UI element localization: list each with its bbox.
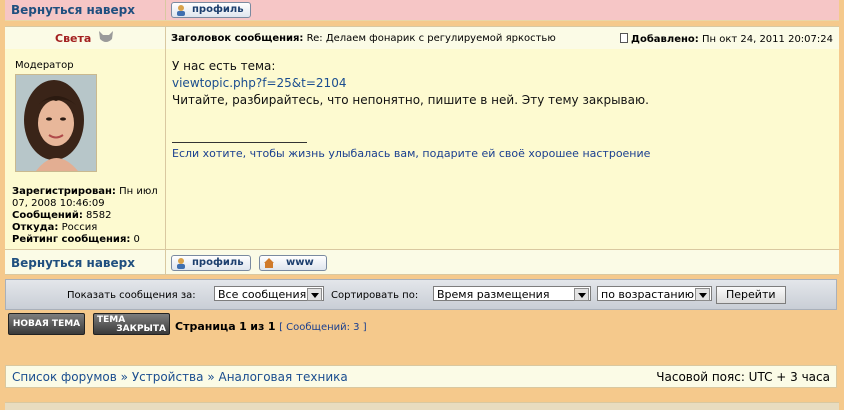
post-text-line-3: Читайте, разбирайтесь, что непонятно, пи…	[172, 93, 649, 107]
added-date: Пн окт 24, 2011 20:07:24	[701, 34, 833, 45]
sort-order-select[interactable]: по возрастанию	[597, 286, 712, 301]
sort-by-label: Сортировать по:	[331, 290, 419, 301]
rating-label: Рейтинг сообщения:	[12, 234, 131, 245]
breadcrumb-devices[interactable]: Устройства	[132, 370, 204, 384]
post-body: У нас есть тема: viewtopic.php?f=25&t=21…	[172, 58, 649, 109]
www-button-label: www	[286, 257, 314, 268]
author-panel: Модератор Зарегистрирован: Пн июл 07, 20…	[5, 49, 166, 249]
timezone-label: Часовой пояс: UTC + 3 часа	[656, 370, 830, 384]
post-icon[interactable]	[619, 33, 628, 43]
breadcrumb-bar: Список форумов » Устройства » Аналоговая…	[5, 365, 837, 388]
chevron-down-icon	[574, 288, 589, 301]
breadcrumb-separator: »	[207, 370, 215, 384]
offline-status-icon	[99, 31, 113, 42]
home-icon	[264, 258, 274, 268]
signature-divider	[172, 142, 307, 143]
sort-by-select[interactable]: Время размещения	[433, 286, 591, 301]
www-button[interactable]: www	[259, 255, 327, 271]
back-to-top-cell: Вернуться наверх	[5, 250, 166, 274]
post-topic-link[interactable]: viewtopic.php?f=25&t=2104	[172, 75, 649, 92]
author-name[interactable]: Света	[55, 32, 91, 45]
from-value: Россия	[61, 222, 98, 233]
registered-value-2: 07, 2008 10:46:09	[12, 198, 105, 209]
added-label: Добавлено:	[631, 34, 699, 45]
post-date: Добавлено: Пн окт 24, 2011 20:07:24	[619, 33, 833, 45]
page-current: 1	[239, 320, 247, 333]
posts-label: Сообщений:	[12, 210, 83, 221]
show-posts-label: Показать сообщения за:	[67, 290, 196, 301]
show-posts-select[interactable]: Все сообщения	[214, 286, 324, 301]
new-topic-button[interactable]: НОВАЯ ТЕМА	[8, 313, 85, 335]
show-posts-value: Все сообщения	[218, 288, 307, 301]
subject-label: Заголовок сообщения:	[171, 33, 304, 44]
breadcrumb-analog[interactable]: Аналоговая техника	[218, 370, 347, 384]
author-rank: Модератор	[15, 60, 74, 71]
profile-button-label: профиль	[192, 4, 244, 15]
post-footer-row: Вернуться наверх профиль www	[5, 250, 839, 275]
topic-locked-button[interactable]: ТЕМА ЗАКРЫТА	[93, 313, 170, 335]
sort-order-value: по возрастанию	[601, 288, 695, 301]
signature: Если хотите, чтобы жизнь улыбалась вам, …	[172, 147, 651, 160]
new-topic-label: НОВАЯ ТЕМА	[12, 319, 81, 329]
breadcrumb-separator: »	[120, 370, 128, 384]
sort-by-value: Время размещения	[437, 288, 550, 301]
profile-button[interactable]: профиль	[171, 255, 251, 271]
back-to-top-link[interactable]: Вернуться наверх	[11, 3, 135, 17]
chevron-down-icon	[695, 288, 710, 301]
posts-value: 8582	[86, 210, 112, 221]
author-info: Зарегистрирован: Пн июл 07, 2008 10:46:0…	[12, 186, 162, 246]
user-icon	[177, 258, 185, 269]
back-to-top-cell: Вернуться наверх	[5, 0, 166, 20]
registered-label: Зарегистрирован:	[12, 186, 116, 197]
user-icon	[177, 5, 185, 16]
page-word: Страница	[175, 320, 236, 333]
registered-value-1: Пн июл	[119, 186, 158, 197]
from-label: Откуда:	[12, 222, 59, 233]
back-to-top-link[interactable]: Вернуться наверх	[11, 256, 135, 270]
post-footer-row-previous: Вернуться наверх профиль	[5, 0, 839, 21]
post-subject: Заголовок сообщения: Re: Делаем фонарик …	[171, 33, 556, 44]
post-header-row: Света Заголовок сообщения: Re: Делаем фо…	[5, 26, 839, 50]
post-text-line-1: У нас есть тема:	[172, 59, 276, 73]
header-divider	[165, 27, 166, 49]
profile-button-label: профиль	[192, 257, 244, 268]
post-count: [ Сообщений: 3 ]	[279, 322, 367, 333]
avatar	[15, 74, 97, 172]
page-of-word: из	[250, 320, 265, 333]
breadcrumb: Список форумов » Устройства » Аналоговая…	[12, 370, 348, 384]
topic-locked-label-2: ЗАКРЫТА	[116, 324, 166, 334]
chevron-down-icon	[307, 288, 322, 301]
pagination: Страница 1 из 1 [ Сообщений: 3 ]	[175, 320, 367, 333]
go-button[interactable]: Перейти	[716, 286, 786, 304]
post-row: Модератор Зарегистрирован: Пн июл 07, 20…	[5, 49, 839, 250]
subject-text: Re: Делаем фонарик с регулируемой яркост…	[306, 33, 556, 44]
page-total: 1	[267, 320, 276, 333]
sort-bar: Показать сообщения за: Все сообщения Сор…	[5, 279, 837, 310]
rating-value: 0	[133, 234, 140, 245]
breadcrumb-forum-list[interactable]: Список форумов	[12, 370, 117, 384]
profile-button[interactable]: профиль	[171, 2, 251, 18]
